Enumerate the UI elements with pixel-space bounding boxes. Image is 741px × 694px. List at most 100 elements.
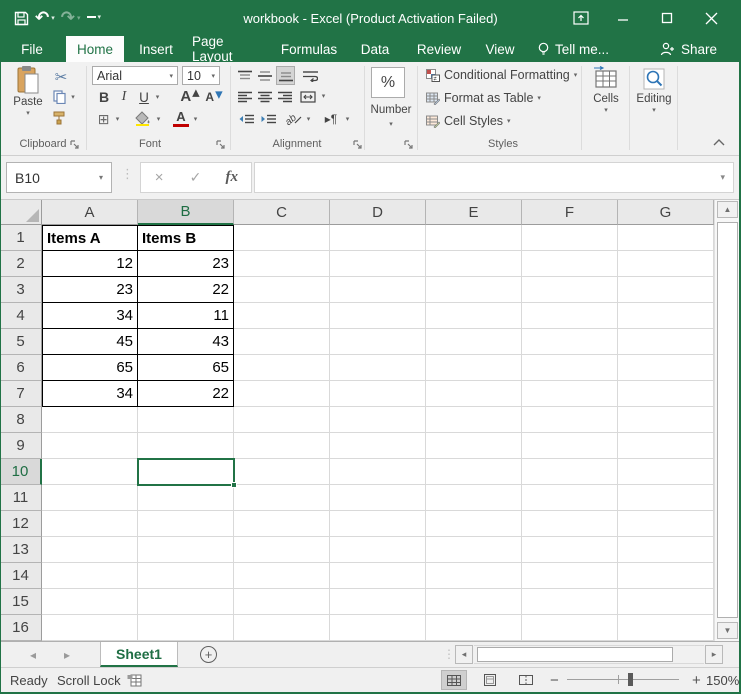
page-break-preview-icon[interactable] [513,670,539,690]
orientation-icon[interactable]: ab [284,109,304,127]
cell-a3[interactable]: 23 [42,277,138,303]
row-header-14[interactable]: 14 [0,563,42,589]
font-size-combo[interactable]: 10▾ [182,66,220,85]
cell-d8[interactable] [330,407,426,433]
cell-d14[interactable] [330,563,426,589]
collapse-ribbon-icon[interactable] [712,138,726,148]
zoom-out-icon[interactable]: − [550,668,559,692]
save-icon[interactable] [14,11,29,26]
tab-formulas[interactable]: Formulas [274,36,344,62]
cell-f11[interactable] [522,485,618,511]
cell-e12[interactable] [426,511,522,537]
horizontal-scrollbar-thumb[interactable] [477,647,673,662]
cell-d7[interactable] [330,381,426,407]
column-header-d[interactable]: D [330,200,426,225]
font-color-dropdown-icon[interactable]: ▾ [191,113,200,125]
row-header-4[interactable]: 4 [0,303,42,329]
cell-e3[interactable] [426,277,522,303]
format-as-table-button[interactable]: Format as Table▾ [426,91,541,105]
borders-icon[interactable]: ⊞ [95,111,112,127]
cell-a12[interactable] [42,511,138,537]
cell-b6[interactable]: 65 [138,355,234,381]
select-all-corner[interactable] [0,200,42,225]
cell-f15[interactable] [522,589,618,615]
cell-d5[interactable] [330,329,426,355]
cell-f4[interactable] [522,303,618,329]
tab-review[interactable]: Review [410,36,468,62]
cell-d13[interactable] [330,537,426,563]
cell-a7[interactable]: 34 [42,381,138,407]
cell-f5[interactable] [522,329,618,355]
share-button[interactable]: Share [660,36,717,62]
insert-function-icon[interactable]: fx [214,169,250,186]
top-align-icon[interactable] [236,67,254,84]
cell-g2[interactable] [618,251,714,277]
cells-button[interactable]: Cells ▾ [586,66,626,132]
cell-d10[interactable] [330,459,426,485]
cell-b13[interactable] [138,537,234,563]
cell-f7[interactable] [522,381,618,407]
macro-record-icon[interactable] [127,668,142,692]
cell-g7[interactable] [618,381,714,407]
cell-a16[interactable] [42,615,138,641]
cell-b7[interactable]: 22 [138,381,234,407]
row-header-8[interactable]: 8 [0,407,42,433]
font-color-icon[interactable]: A [173,110,189,127]
bold-button[interactable]: B [96,88,112,106]
cell-c16[interactable] [234,615,330,641]
cell-b3[interactable]: 22 [138,277,234,303]
paste-dropdown-icon[interactable]: ▾ [26,109,30,117]
cell-f10[interactable] [522,459,618,485]
undo-dropdown-icon[interactable]: ▾ [51,14,55,22]
editing-dropdown-icon[interactable]: ▾ [652,106,656,114]
cell-g13[interactable] [618,537,714,563]
cell-e2[interactable] [426,251,522,277]
row-header-5[interactable]: 5 [0,329,42,355]
cell-b9[interactable] [138,433,234,459]
tab-bar-resize-dots[interactable]: ⋮ [443,647,455,661]
cell-c8[interactable] [234,407,330,433]
tab-data[interactable]: Data [352,36,398,62]
cell-c6[interactable] [234,355,330,381]
close-icon[interactable] [689,0,733,36]
cell-styles-button[interactable]: Cell Styles▾ [426,114,511,128]
cell-e14[interactable] [426,563,522,589]
column-header-a[interactable]: A [42,200,138,225]
cell-d16[interactable] [330,615,426,641]
cell-f13[interactable] [522,537,618,563]
alignment-dialog-launcher-icon[interactable] [353,140,363,150]
scroll-up-icon[interactable]: ▲ [717,201,738,218]
minimize-icon[interactable] [601,0,645,36]
cell-b8[interactable] [138,407,234,433]
zoom-slider-thumb[interactable] [628,673,633,686]
decrease-indent-icon[interactable] [236,111,256,127]
cell-g12[interactable] [618,511,714,537]
expand-formula-bar-icon[interactable]: ▾ [720,172,725,183]
cell-b5[interactable]: 43 [138,329,234,355]
cell-g14[interactable] [618,563,714,589]
cell-c14[interactable] [234,563,330,589]
cell-c9[interactable] [234,433,330,459]
font-name-combo[interactable]: Arial▾ [92,66,178,85]
cell-e7[interactable] [426,381,522,407]
cell-c4[interactable] [234,303,330,329]
cell-e16[interactable] [426,615,522,641]
number-format-dropdown-icon[interactable]: ▾ [386,118,396,130]
cell-e1[interactable] [426,225,522,251]
horizontal-scrollbar[interactable] [474,645,704,664]
underline-dropdown-icon[interactable]: ▾ [153,90,162,104]
cell-c5[interactable] [234,329,330,355]
tab-file[interactable]: File [10,36,54,62]
cell-f3[interactable] [522,277,618,303]
vertical-scrollbar[interactable]: ▲ ▼ [714,200,739,641]
zoom-in-icon[interactable]: + [692,668,701,692]
cell-d12[interactable] [330,511,426,537]
orientation-dropdown-icon[interactable]: ▾ [304,113,313,125]
cell-e8[interactable] [426,407,522,433]
cell-g4[interactable] [618,303,714,329]
increase-indent-icon[interactable] [258,111,278,127]
cell-c12[interactable] [234,511,330,537]
cell-g6[interactable] [618,355,714,381]
cell-b14[interactable] [138,563,234,589]
cell-a1[interactable]: Items A [42,225,138,251]
